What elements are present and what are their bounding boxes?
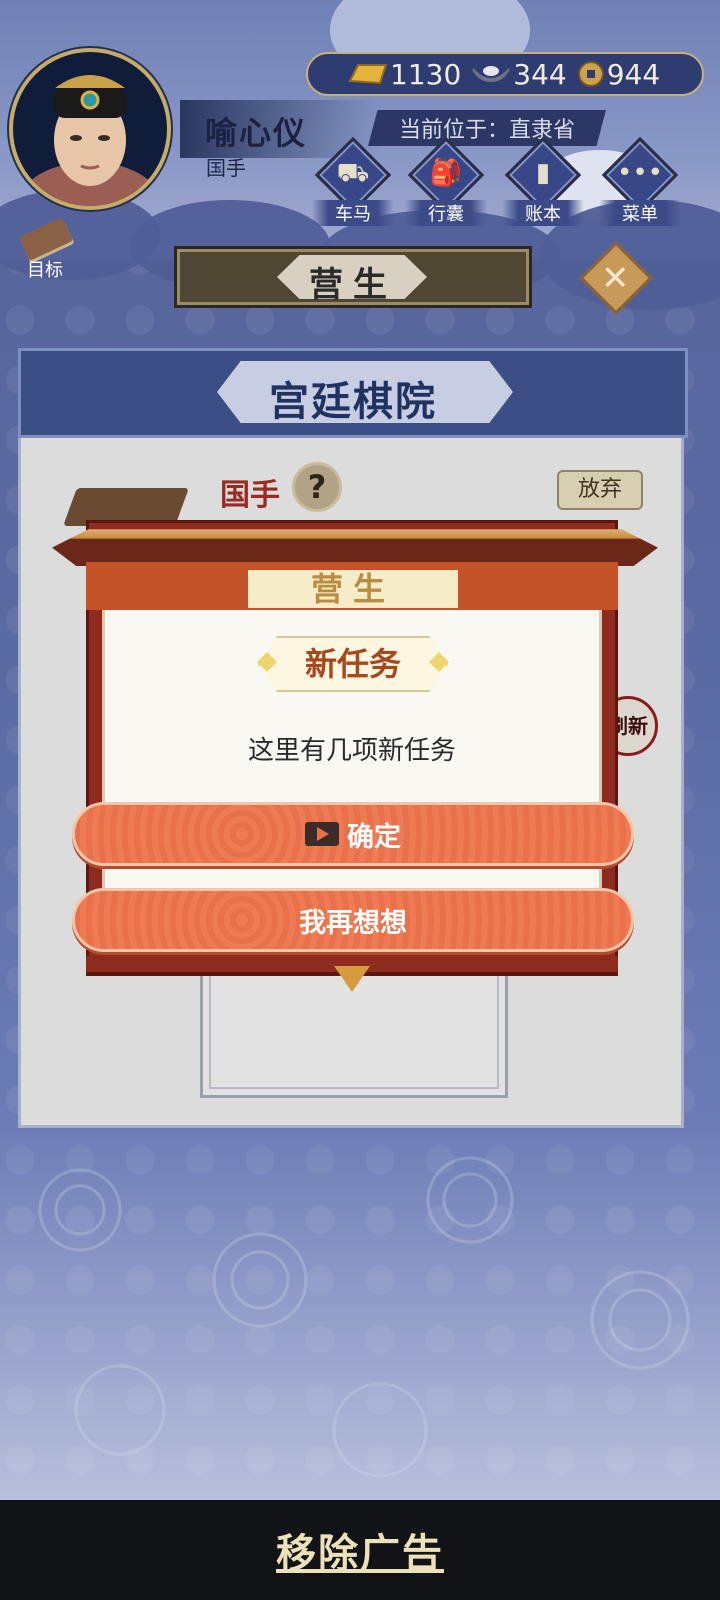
player-name: 喻心仪 <box>205 114 308 152</box>
nav-menu-label: 菜单 <box>599 200 681 226</box>
nav-carriage-button[interactable]: ⛟ 车马 <box>312 136 394 226</box>
current-location: 当前位于：直隶省 <box>368 110 606 146</box>
player-avatar[interactable] <box>9 48 171 210</box>
video-play-icon <box>305 822 339 846</box>
nav-carriage-label: 车马 <box>312 200 394 226</box>
nav-ledger-label: 账本 <box>502 200 584 226</box>
confirm-label: 确定 <box>347 821 401 853</box>
ad-bar: 移除广告 <box>0 1500 720 1600</box>
silver-amount: 344 <box>513 57 567 91</box>
silver-ingot-icon <box>472 66 511 83</box>
coin-amount: 944 <box>606 57 661 91</box>
panel-header: 宫廷棋院 <box>18 348 688 438</box>
panel-title: 宫廷棋院 <box>269 379 437 425</box>
abandon-button[interactable]: 放弃 <box>557 470 643 510</box>
reconsider-label: 我再想想 <box>299 907 407 939</box>
reconsider-button[interactable]: 我再想想 <box>72 888 634 952</box>
player-rank-title: 国手 <box>206 156 246 180</box>
dialog-title: 营生 <box>310 570 395 608</box>
scroll-icon <box>18 217 74 261</box>
nav-menu-button[interactable]: ••• 菜单 <box>599 136 681 226</box>
section-banner: 营生 <box>174 246 532 308</box>
gold-bar-icon <box>348 64 388 85</box>
bag-icon: 🎒 <box>429 158 463 188</box>
currency-bar: 1130 344 944 <box>306 52 704 96</box>
remove-ads-link[interactable]: 移除广告 <box>276 1521 444 1579</box>
swirl-pattern <box>38 1156 690 1478</box>
close-icon: ✕ <box>601 258 630 299</box>
copper-coin-icon <box>577 61 604 87</box>
ledger-icon: ▮ <box>535 158 551 188</box>
section-banner-title: 营生 <box>309 265 397 305</box>
carriage-icon: ⛟ <box>336 158 370 188</box>
menu-dots-icon: ••• <box>616 158 663 188</box>
help-button[interactable]: ? <box>292 462 342 512</box>
avatar-portrait-icon <box>20 75 160 206</box>
dialog-message: 这里有几项新任务 <box>247 736 456 766</box>
gold-amount: 1130 <box>390 57 462 91</box>
task-tag: 新任务 <box>304 645 401 683</box>
confirm-button[interactable]: 确定 <box>72 802 634 866</box>
nav-bag-button[interactable]: 🎒 行囊 <box>405 136 487 226</box>
goal-button[interactable]: 目标 <box>10 217 80 281</box>
nav-ledger-button[interactable]: ▮ 账本 <box>502 136 584 226</box>
panel-rank: 国手 <box>220 478 280 513</box>
game-screen: 喻心仪 国手 1130 344 944 当前位于：直隶省 ⛟ 车马 🎒 行囊 ▮… <box>0 0 720 1500</box>
goal-label: 目标 <box>27 260 63 281</box>
nav-bag-label: 行囊 <box>405 200 487 226</box>
